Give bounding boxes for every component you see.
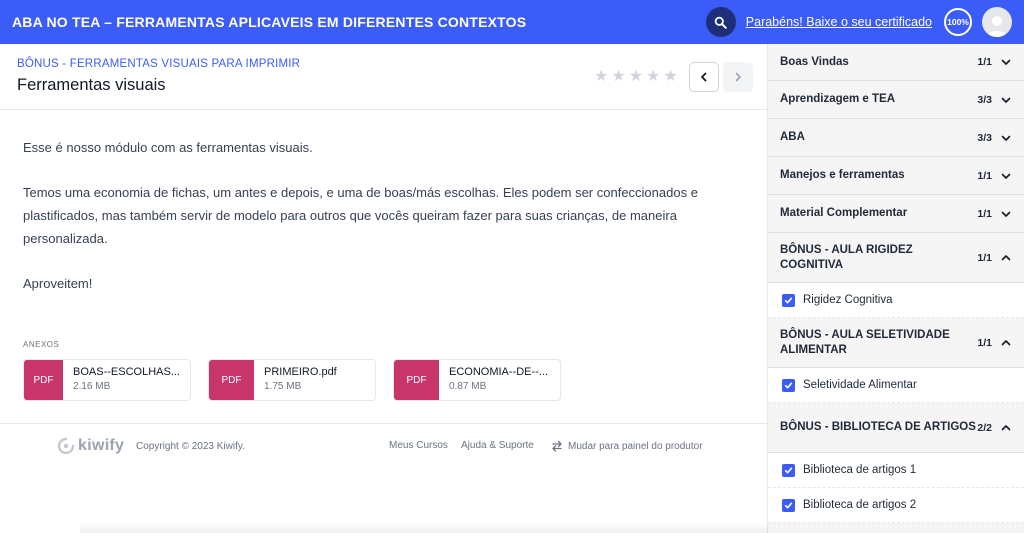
section-count: 1/1 [977, 207, 992, 220]
next-lesson-button[interactable] [723, 62, 753, 92]
section-count: 1/1 [977, 251, 992, 264]
attachment-name: BOAS--ESCOLHAS... [73, 366, 180, 378]
chevron-down-icon [1000, 208, 1012, 220]
lesson-label: Seletividade Alimentar [803, 379, 917, 391]
section-count: 1/1 [977, 56, 992, 68]
lesson-paragraph: Temos uma economia de fichas, um antes e… [23, 185, 698, 246]
chevron-down-icon [1000, 94, 1012, 106]
section-title: Boas Vindas [780, 55, 849, 68]
logo-text: kiwify [78, 437, 125, 454]
footer: kiwify Copyright © 2023 Kiwify. Meus Cur… [0, 423, 768, 483]
sidebar-section-seletividade[interactable]: BÔNUS - AULA SELETIVIDADE ALIMENTAR 1/1 [768, 318, 1024, 368]
section-title: Material Complementar [780, 207, 908, 219]
attachment-name: PRIMEIRO.pdf [264, 366, 337, 378]
sidebar-section-boas-vindas[interactable]: Boas Vindas 1/1 [768, 44, 1024, 81]
swap-arrows-icon [552, 440, 562, 452]
sidebar-section-material[interactable]: Material Complementar 1/1 [768, 195, 1024, 233]
pdf-file-icon: PDF [24, 360, 64, 400]
section-count: 1/1 [977, 336, 992, 349]
kiwify-logo-icon [57, 437, 75, 455]
attachment-size: 1.75 MB [264, 381, 302, 392]
section-count: 1/1 [977, 169, 992, 182]
lesson-label: Biblioteca de artigos 1 [803, 464, 917, 476]
user-avatar[interactable] [982, 7, 1012, 37]
star-icon-1[interactable]: ★ [594, 69, 608, 85]
sidebar-section-rigidez[interactable]: BÔNUS - AULA RIGIDEZ COGNITIVA 1/1 [768, 233, 1024, 283]
section-title: BÔNUS - AULA SELETIVIDADE ALIMENTAR [780, 328, 950, 356]
chevron-down-icon [1000, 56, 1012, 68]
copyright-text: Copyright © 2023 Kiwify. [136, 441, 245, 452]
chevron-left-icon [701, 72, 707, 82]
star-icon-5[interactable]: ★ [663, 69, 677, 85]
section-title: ABA [780, 131, 805, 143]
lesson-label: Rigidez Cognitiva [803, 294, 893, 306]
section-title: BÔNUS - AULA RIGIDEZ COGNITIVA [780, 243, 913, 271]
chevron-up-icon [1000, 422, 1012, 434]
help-support-link[interactable]: Ajuda & Suporte [461, 440, 534, 451]
chevron-up-icon [1000, 252, 1012, 264]
section-title: BÔNUS - BIBLIOTECA DE ARTIGOS [780, 421, 976, 433]
section-count: 2/2 [977, 421, 992, 434]
rating-stars: ★ ★ ★ ★ ★ [594, 69, 678, 85]
progress-indicator: 100% [944, 8, 972, 36]
sidebar-section-aba[interactable]: ABA 3/3 [768, 119, 1024, 157]
attachment-card[interactable]: PDF PRIMEIRO.pdf 1.75 MB [208, 359, 376, 401]
certificate-link[interactable]: Parabéns! Baixe o seu certificado [746, 15, 932, 29]
attachment-card[interactable]: PDF BOAS--ESCOLHAS... 2.16 MB [23, 359, 191, 401]
section-count: 3/3 [977, 93, 992, 106]
lesson-paragraph: Aproveitem! [23, 276, 93, 291]
chevron-right-icon [735, 72, 741, 82]
completed-checkbox[interactable] [782, 463, 795, 477]
sidebar-section-biblioteca[interactable]: BÔNUS - BIBLIOTECA DE ARTIGOS 2/2 [768, 403, 1024, 453]
chevron-down-icon [1000, 132, 1012, 144]
sidebar-section-aprendizagem[interactable]: Aprendizagem e TEA 3/3 [768, 81, 1024, 119]
star-icon-2[interactable]: ★ [611, 69, 625, 85]
section-title: Aprendizagem e TEA [780, 93, 896, 105]
attachment-card[interactable]: PDF ECONOMIA--DE--... 0.87 MB [393, 359, 561, 401]
lesson-main: BÔNUS - FERRAMENTAS VISUAIS PARA IMPRIMI… [0, 44, 770, 533]
sidebar-lesson-biblioteca-2[interactable]: Biblioteca de artigos 2 [768, 488, 1024, 523]
lesson-label: Biblioteca de artigos 2 [803, 499, 917, 511]
section-count: 3/3 [977, 131, 992, 144]
completed-checkbox[interactable] [782, 498, 795, 512]
sidebar-lesson-rigidez[interactable]: Rigidez Cognitiva [768, 283, 1024, 318]
top-bar: ABA NO TEA – FERRAMENTAS APLICAVEIS EM D… [0, 0, 1024, 44]
user-icon [987, 16, 1007, 37]
kiwify-logo[interactable]: kiwify [57, 437, 124, 455]
previous-lesson-button[interactable] [689, 62, 719, 92]
module-sidebar: Boas Vindas 1/1 Aprendizagem e TEA 3/3 A… [768, 44, 1024, 533]
star-icon-4[interactable]: ★ [646, 69, 660, 85]
search-button[interactable] [705, 7, 736, 37]
my-courses-link[interactable]: Meus Cursos [389, 440, 448, 451]
sidebar-lesson-biblioteca-1[interactable]: Biblioteca de artigos 1 [768, 453, 1024, 488]
section-title: Manejos e ferramentas [780, 169, 905, 181]
lesson-paragraph: Esse é nosso módulo com as ferramentas v… [23, 140, 313, 155]
switch-panel-label: Mudar para painel do produtor [568, 440, 703, 452]
sidebar-section-manejos[interactable]: Manejos e ferramentas 1/1 [768, 157, 1024, 195]
course-title: ABA NO TEA – FERRAMENTAS APLICAVEIS EM D… [12, 14, 527, 30]
chevron-up-icon [1000, 337, 1012, 349]
lesson-content: Esse é nosso módulo com as ferramentas v… [0, 110, 767, 295]
attachment-name: ECONOMIA--DE--... [449, 366, 548, 378]
pdf-file-icon: PDF [209, 360, 254, 400]
attachments-label: ANEXOS [23, 340, 60, 349]
star-icon-3[interactable]: ★ [629, 69, 643, 85]
chevron-down-icon [1000, 170, 1012, 182]
switch-panel-link[interactable]: Mudar para painel do produtor [551, 440, 703, 452]
search-icon [715, 16, 728, 29]
lesson-header: BÔNUS - FERRAMENTAS VISUAIS PARA IMPRIMI… [0, 44, 767, 110]
sidebar-lesson-seletividade[interactable]: Seletividade Alimentar [768, 368, 1024, 403]
attachment-size: 0.87 MB [449, 381, 487, 392]
completed-checkbox[interactable] [782, 293, 795, 307]
attachment-size: 2.16 MB [73, 381, 111, 392]
pdf-file-icon: PDF [394, 360, 439, 400]
bottom-shadow [80, 522, 770, 533]
completed-checkbox[interactable] [782, 378, 795, 392]
